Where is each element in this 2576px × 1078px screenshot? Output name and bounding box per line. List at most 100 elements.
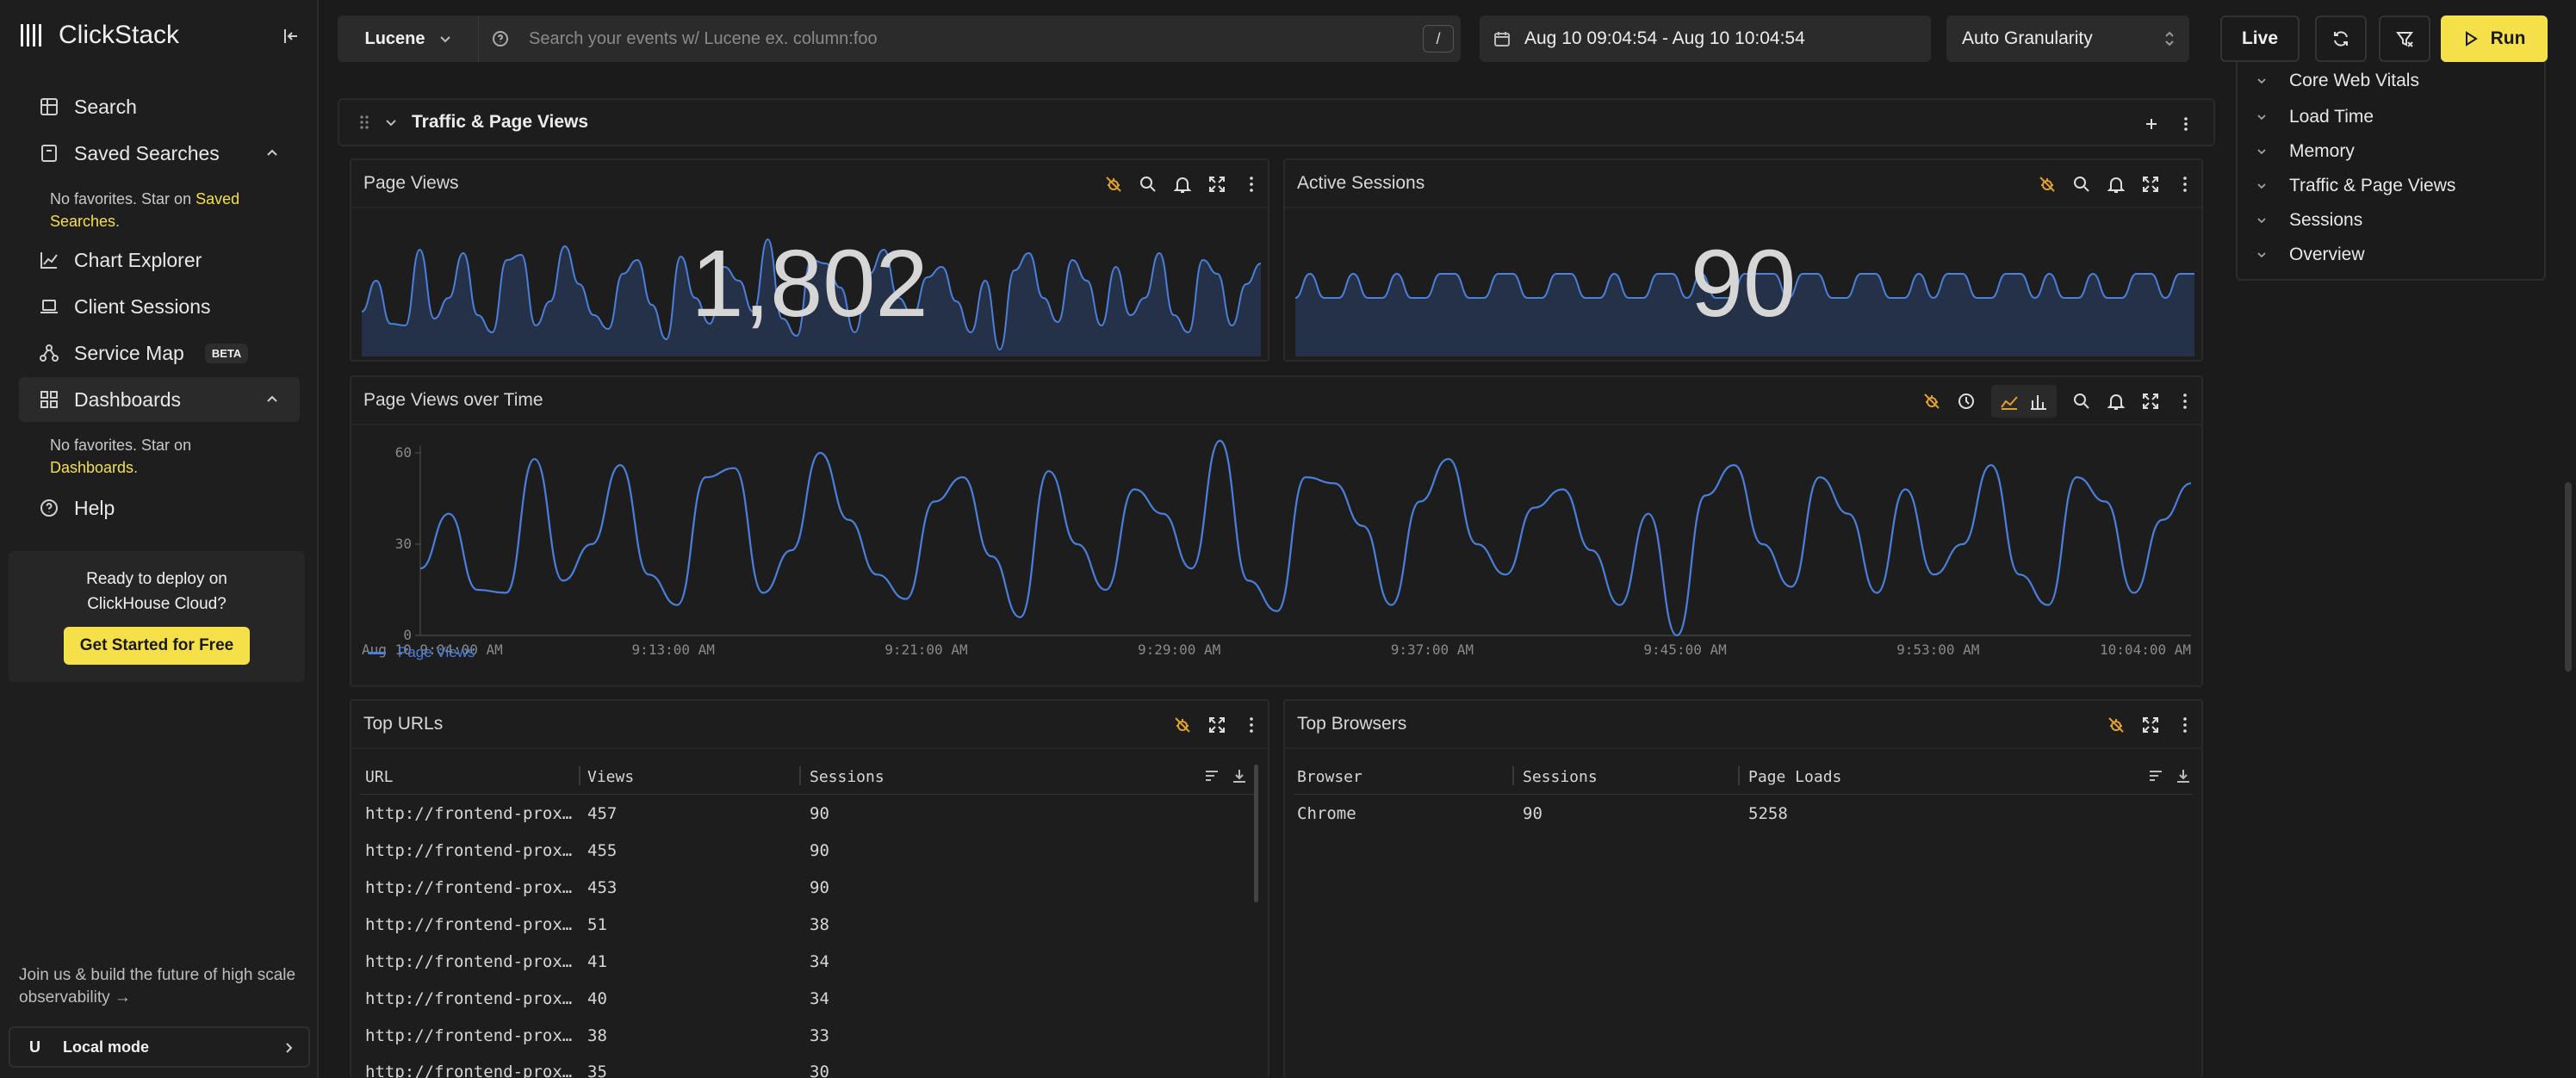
bell-plus-icon[interactable]	[2107, 175, 2126, 194]
bug-off-icon[interactable]	[1922, 392, 1941, 411]
legend-label[interactable]: Page Views	[398, 644, 475, 661]
laptop-icon	[40, 300, 58, 313]
filter-off-icon	[2396, 32, 2413, 47]
sidebar-item-saved-searches[interactable]: Saved Searches	[19, 131, 300, 176]
promo-text: Ready to deploy on ClickHouse Cloud?	[86, 570, 227, 613]
user-avatar: U	[29, 1038, 40, 1056]
search-icon[interactable]	[2072, 392, 2091, 411]
sessions-cell: 34	[810, 989, 829, 1008]
dashboards-link[interactable]: Dashboards	[50, 459, 133, 476]
tile-header: Top URLs	[351, 701, 1268, 749]
app-logo[interactable]: ClickStack	[19, 21, 179, 50]
bug-off-icon[interactable]	[1104, 175, 1123, 194]
url-cell: http://frontend-prox…	[365, 952, 573, 971]
granularity-select[interactable]: Auto Granularity	[1946, 15, 2189, 62]
search-icon[interactable]	[1139, 175, 1158, 194]
clock-icon[interactable]	[1957, 392, 1976, 411]
download-icon[interactable]	[1232, 768, 1247, 784]
maximize-icon[interactable]	[2141, 175, 2160, 194]
page-scrollbar[interactable]	[2565, 482, 2572, 672]
bug-off-icon[interactable]	[1173, 716, 1192, 734]
column-header[interactable]: Views	[587, 768, 634, 786]
column-divider[interactable]	[1738, 766, 1740, 785]
refresh-button[interactable]	[2315, 15, 2367, 62]
wrap-text-icon[interactable]	[2148, 768, 2163, 784]
sitemap-icon	[40, 344, 59, 362]
join-link[interactable]: Join us & build the future of high scale…	[19, 964, 312, 1009]
column-divider[interactable]	[579, 766, 580, 785]
tile-toolbar	[1104, 160, 1261, 208]
tile-title: Top URLs	[363, 714, 444, 734]
toc-item[interactable]: Core Web Vitals	[2256, 71, 2419, 91]
sidebar-item-help[interactable]: Help	[19, 486, 300, 530]
views-cell: 455	[587, 841, 618, 860]
drag-handle-icon[interactable]	[358, 114, 370, 131]
column-divider[interactable]	[799, 766, 801, 785]
tile-title: Top Browsers	[1297, 714, 1407, 734]
chevron-down-icon[interactable]	[384, 115, 398, 129]
page-views-value: 1,802	[691, 231, 928, 337]
search-input[interactable]: Search your events w/ Lucene ex. column:…	[529, 29, 1423, 49]
column-header[interactable]: Page Loads	[1748, 768, 1841, 786]
chart-bar-icon[interactable]	[2029, 392, 2048, 411]
sidebar-item-chart-explorer[interactable]: Chart Explorer	[19, 238, 300, 282]
bell-plus-icon[interactable]	[1173, 175, 1192, 194]
live-button[interactable]: Live	[2220, 15, 2300, 62]
toc-item[interactable]: Sessions	[2256, 210, 2362, 231]
sidebar-item-label: Client Sessions	[74, 294, 211, 318]
plus-icon[interactable]	[2143, 115, 2160, 133]
table-icon	[40, 98, 58, 115]
local-mode-button[interactable]: U Local mode	[9, 1026, 310, 1068]
bell-plus-icon[interactable]	[2107, 392, 2126, 411]
sidebar-item-search[interactable]: Search	[19, 84, 300, 129]
more-vertical-icon[interactable]	[2176, 716, 2194, 734]
maximize-icon[interactable]	[1207, 716, 1226, 734]
maximize-icon[interactable]	[2141, 392, 2160, 411]
wrap-text-icon[interactable]	[1204, 768, 1220, 784]
time-range-label: Aug 10 09:04:54 - Aug 10 10:04:54	[1524, 28, 1805, 48]
more-vertical-icon[interactable]	[1242, 716, 1261, 734]
bug-off-icon[interactable]	[2107, 716, 2126, 734]
collapse-sidebar-button[interactable]	[280, 26, 301, 46]
column-header[interactable]: Sessions	[1523, 768, 1598, 786]
toc-item[interactable]: Traffic & Page Views	[2256, 176, 2455, 196]
get-started-button[interactable]: Get Started for Free	[64, 627, 250, 665]
chart-area-icon[interactable]	[2000, 392, 2019, 411]
toc-item-label: Sessions	[2289, 210, 2363, 230]
tile-toolbar	[2038, 160, 2194, 208]
page-views-line-chart: 03060 Aug 10 9:04:00 AM 9:13:00 AM 9:21:00…	[362, 439, 2192, 658]
local-mode-label: Local mode	[63, 1038, 150, 1056]
download-icon[interactable]	[2176, 768, 2191, 784]
maximize-icon[interactable]	[2141, 716, 2160, 734]
run-button[interactable]: Run	[2441, 15, 2548, 62]
search-icon[interactable]	[2072, 175, 2091, 194]
sidebar-item-service-map[interactable]: Service Map BETA	[19, 331, 300, 375]
toc-item[interactable]: Load Time	[2256, 107, 2374, 127]
toc-item[interactable]: Overview	[2256, 245, 2365, 265]
bug-off-icon[interactable]	[2038, 175, 2057, 194]
y-tick-label: 30	[395, 536, 412, 552]
search-bar: Lucene Search your events w/ Lucene ex. …	[338, 15, 1461, 62]
column-header[interactable]: Sessions	[810, 768, 885, 786]
sidebar-item-client-sessions[interactable]: Client Sessions	[19, 284, 300, 329]
help-circle-icon[interactable]	[491, 29, 510, 48]
table-scrollbar[interactable]	[1254, 765, 1258, 902]
column-header[interactable]: Browser	[1297, 768, 1362, 786]
more-vertical-icon[interactable]	[2177, 115, 2194, 133]
column-header[interactable]: URL	[365, 768, 394, 786]
more-vertical-icon[interactable]	[2176, 175, 2194, 194]
more-vertical-icon[interactable]	[2176, 392, 2194, 411]
query-language-label: Lucene	[364, 28, 425, 48]
time-range-picker[interactable]: Aug 10 09:04:54 - Aug 10 10:04:54	[1480, 15, 1931, 62]
filter-off-button[interactable]	[2379, 15, 2430, 62]
toc-item[interactable]: Memory	[2256, 141, 2355, 162]
chevron-down-icon	[2257, 252, 2266, 258]
more-vertical-icon[interactable]	[1242, 175, 1261, 194]
query-language-select[interactable]: Lucene	[338, 15, 479, 62]
sidebar-item-dashboards[interactable]: Dashboards	[19, 377, 300, 422]
column-divider[interactable]	[1512, 766, 1514, 785]
views-cell: 51	[587, 915, 607, 934]
x-tick-label: 9:37:00 AM	[1391, 641, 1474, 658]
tile-title: Page Views	[363, 173, 459, 193]
maximize-icon[interactable]	[1207, 175, 1226, 194]
